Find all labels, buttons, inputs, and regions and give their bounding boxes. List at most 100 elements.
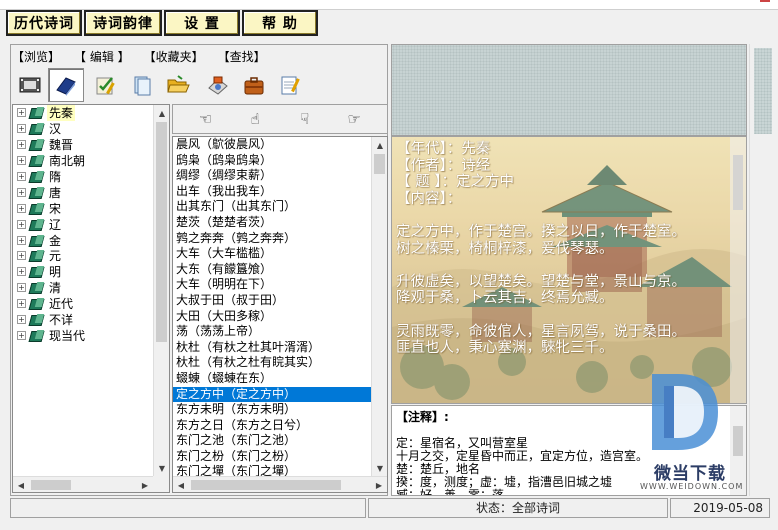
expand-plus-icon[interactable]: + — [17, 219, 26, 229]
poem-list-item[interactable]: 大东（有饛簋飧） — [173, 262, 371, 278]
poem-list-item[interactable]: 东门之池（东门之池） — [173, 433, 371, 449]
folder-open-button[interactable] — [160, 68, 196, 102]
poem-list-item[interactable]: 楚茨（楚楚者茨） — [173, 215, 371, 231]
hand-up-button[interactable]: ☝ — [241, 109, 269, 129]
poem-vertical-scrollbar[interactable]: ▲ ▼ — [371, 137, 387, 476]
poem-hscroll-thumb[interactable] — [191, 480, 341, 490]
expand-plus-icon[interactable]: + — [17, 235, 26, 245]
poem-text: 【年代】：先秦 【作者】：诗经 【 题 】：定之方中 【内容】： 定之方中，作于… — [396, 141, 740, 357]
tree-item[interactable]: + 汉 — [13, 121, 153, 137]
film-button[interactable] — [12, 68, 48, 102]
poem-display-scroll-thumb[interactable] — [733, 155, 743, 210]
poem-list-item[interactable]: 蝃蝀（蝃蝀在东） — [173, 371, 371, 387]
scroll-left-arrow-icon[interactable]: ◀ — [13, 477, 29, 492]
expand-plus-icon[interactable]: + — [17, 299, 26, 309]
expand-plus-icon[interactable]: + — [17, 187, 26, 197]
files-button[interactable] — [124, 68, 160, 102]
scroll-down-arrow-icon[interactable]: ▼ — [154, 460, 169, 476]
poem-list-item[interactable]: 杕杜（有杕之杜其叶湑湑） — [173, 340, 371, 356]
status-date: 2019-05-08 — [670, 498, 770, 518]
tree-vertical-scrollbar[interactable]: ▲ ▼ — [153, 105, 169, 476]
menu-help[interactable]: 帮 助 — [242, 10, 318, 36]
poem-list-item[interactable]: 鹑之奔奔（鹑之奔奔） — [173, 231, 371, 247]
poem-list-item[interactable]: 出其东门（出其东门） — [173, 199, 371, 215]
tree-item[interactable]: + 现当代 — [13, 327, 153, 343]
books-button[interactable] — [48, 68, 84, 102]
tab-edit[interactable]: 【 编辑 】 — [74, 48, 130, 66]
poem-list-item[interactable]: 荡（荡荡上帝） — [173, 324, 371, 340]
tab-favorites[interactable]: 【收藏夹】 — [144, 48, 204, 66]
poem-list-item[interactable]: 东门之枌（东门之枌） — [173, 449, 371, 465]
tree-item[interactable]: + 金 — [13, 232, 153, 248]
tree-item-label: 明 — [49, 265, 62, 280]
tree-item[interactable]: + 唐 — [13, 184, 153, 200]
tree-item[interactable]: + 近代 — [13, 296, 153, 312]
menu-history-poems[interactable]: 历代诗词 — [6, 10, 82, 36]
tree-item[interactable]: + 明 — [13, 264, 153, 280]
tree-item[interactable]: + 先秦 — [13, 105, 153, 122]
edit-check-button[interactable] — [88, 68, 124, 102]
poem-list-item[interactable]: 定之方中（定之方中） — [173, 386, 371, 403]
book-icon — [30, 235, 44, 246]
tab-search[interactable]: 【查找】 — [218, 48, 266, 66]
tools-button[interactable] — [200, 68, 236, 102]
scroll-up-arrow-icon[interactable]: ▲ — [372, 137, 387, 153]
expand-plus-icon[interactable]: + — [17, 330, 26, 340]
poem-list-item[interactable]: 大田（大田多稼） — [173, 309, 371, 325]
tab-browse[interactable]: 【浏览】 — [12, 48, 60, 66]
expand-plus-icon[interactable]: + — [17, 203, 26, 213]
tree-hscroll-thumb[interactable] — [31, 480, 71, 490]
hand-down-button[interactable]: ☟ — [291, 109, 319, 129]
expand-plus-icon[interactable]: + — [17, 267, 26, 277]
tree-item[interactable]: + 宋 — [13, 200, 153, 216]
poem-list-item[interactable]: 鸱枭（鸱枭鸱枭） — [173, 153, 371, 169]
tree-item[interactable]: + 辽 — [13, 216, 153, 232]
close-indicator[interactable] — [760, 0, 770, 5]
poem-list-item[interactable]: 大叔于田（叔于田） — [173, 293, 371, 309]
book-icon — [30, 219, 44, 230]
tree-item[interactable]: + 南北朝 — [13, 153, 153, 169]
poem-list-item[interactable]: 大车（大车槛槛） — [173, 246, 371, 262]
hand-left-button[interactable]: ☜ — [192, 109, 220, 129]
tree-item[interactable]: + 清 — [13, 280, 153, 296]
expand-plus-icon[interactable]: + — [17, 156, 26, 166]
scroll-up-arrow-icon[interactable]: ▲ — [154, 105, 169, 121]
scroll-down-arrow-icon[interactable]: ▼ — [372, 460, 387, 476]
expand-plus-icon[interactable]: + — [17, 283, 26, 293]
expand-plus-icon[interactable]: + — [17, 251, 26, 261]
scroll-right-arrow-icon[interactable]: ▶ — [371, 477, 387, 492]
poem-line: 升彼虚矣，以望楚矣。望楚与堂，景山与京。 — [396, 273, 686, 290]
hand-right-button[interactable]: ☞ — [340, 109, 368, 129]
poem-list-item[interactable]: 杕杜（有杕之杜有睆其实） — [173, 355, 371, 371]
tree-item[interactable]: + 元 — [13, 248, 153, 264]
hand-left-icon: ☜ — [199, 110, 213, 128]
poem-list-item[interactable]: 东方未明（东方未明） — [173, 402, 371, 418]
poem-scroll-thumb[interactable] — [374, 154, 385, 174]
expand-plus-icon[interactable]: + — [17, 172, 26, 181]
poem-display-scrollbar[interactable] — [730, 137, 746, 403]
dynasty-tree[interactable]: + 先秦 + 汉 + 魏晋 + 南北朝 + 隋 + 唐 + 宋 + 辽 + 金 + 元 + 明 + 清 + 近代 + 不详 + 现当代 ▲… — [12, 104, 170, 493]
expand-plus-icon[interactable]: + — [17, 108, 26, 118]
menu-settings[interactable]: 设 置 — [164, 10, 240, 36]
scroll-right-arrow-icon[interactable]: ▶ — [137, 477, 153, 492]
menu-poem-rhythm[interactable]: 诗词韵律 — [84, 10, 162, 36]
tree-item[interactable]: + 不详 — [13, 312, 153, 328]
expand-plus-icon[interactable]: + — [17, 140, 26, 150]
poem-list-item[interactable]: 绸缪（绸缪束薪） — [173, 168, 371, 184]
expand-plus-icon[interactable]: + — [17, 124, 26, 134]
poem-list-item[interactable]: 晨风（鴥彼晨风） — [173, 137, 371, 153]
expand-plus-icon[interactable]: + — [17, 315, 26, 325]
tree-item[interactable]: + 魏晋 — [13, 137, 153, 153]
tree-horizontal-scrollbar[interactable]: ◀ ▶ — [13, 476, 153, 492]
hand-up-icon: ☝ — [250, 110, 260, 128]
tree-scroll-thumb[interactable] — [156, 122, 167, 342]
tree-item[interactable]: + 隋 — [13, 169, 153, 185]
briefcase-button[interactable] — [236, 68, 272, 102]
poem-list-item[interactable]: 大车（明明在下） — [173, 277, 371, 293]
poem-list-item[interactable]: 东方之日（东方之日兮） — [173, 418, 371, 434]
poem-horizontal-scrollbar[interactable]: ◀ ▶ — [173, 476, 387, 492]
poem-list-item[interactable]: 出车（我出我车） — [173, 184, 371, 200]
poem-list[interactable]: 晨风（鴥彼晨风） 鸱枭（鸱枭鸱枭） 绸缪（绸缪束薪） 出车（我出我车） 出其东门（出其东… — [172, 136, 388, 493]
scroll-left-arrow-icon[interactable]: ◀ — [173, 477, 189, 492]
notepad-button[interactable] — [272, 68, 308, 102]
